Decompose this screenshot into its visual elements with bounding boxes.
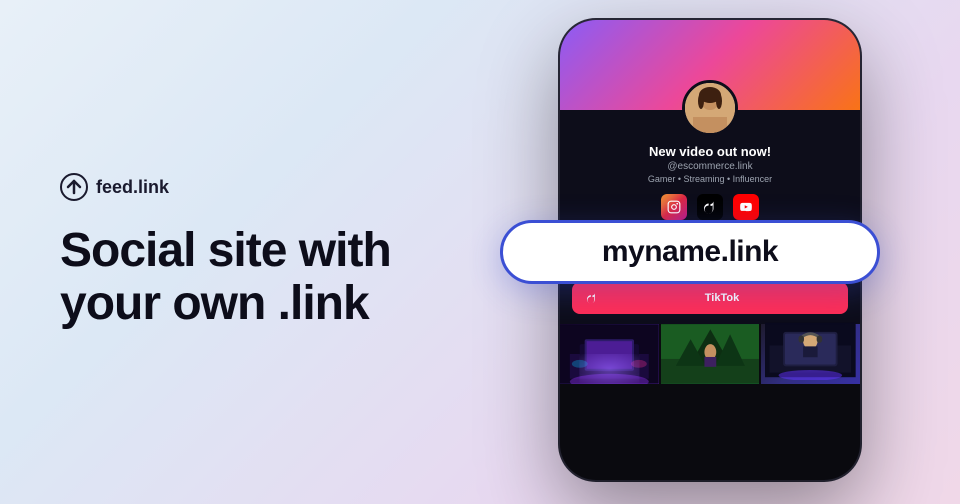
profile-name: New video out now!: [580, 144, 840, 159]
instagram-icon[interactable]: [661, 194, 687, 220]
photo-cell-2: [661, 324, 760, 384]
url-text: myname.link: [602, 235, 778, 269]
brand-icon: [60, 173, 88, 201]
headline: Social site with your own .link: [60, 225, 480, 331]
photo-cell-3: [761, 324, 860, 384]
headline-line2: your own .link: [60, 277, 369, 330]
youtube-icon[interactable]: [733, 194, 759, 220]
phone-mockup-section: myname.link: [540, 20, 880, 500]
avatar-wrapper: [682, 80, 738, 136]
photo-image-2: [661, 324, 760, 384]
tiktok-label: TikTok: [608, 292, 836, 304]
headline-line1: Social site with: [60, 224, 391, 277]
brand-name: feed.link: [96, 177, 169, 198]
brand-logo: feed.link: [60, 173, 480, 201]
gaming-image-1: [560, 324, 659, 384]
tiktok-link-btn[interactable]: TikTok: [572, 282, 848, 314]
tiktok-icon[interactable]: [697, 194, 723, 220]
profile-bio: Gamer • Streaming • Influencer: [580, 174, 840, 184]
phone-profile: New video out now! @escommerce.link Game…: [560, 110, 860, 236]
url-bar[interactable]: myname.link: [500, 220, 880, 284]
social-icons: [580, 194, 840, 220]
avatar: [682, 80, 738, 136]
tiktok-btn-icon: [584, 290, 600, 306]
photo-cell-1: [560, 324, 659, 384]
photo-grid: [560, 324, 860, 384]
avatar-image: [685, 83, 735, 133]
gaming-cell-1: [560, 324, 659, 384]
photo-image-3: [765, 320, 856, 380]
profile-handle: @escommerce.link: [580, 161, 840, 172]
avatar-inner: [685, 83, 735, 133]
left-section: feed.link Social site with your own .lin…: [60, 0, 480, 504]
